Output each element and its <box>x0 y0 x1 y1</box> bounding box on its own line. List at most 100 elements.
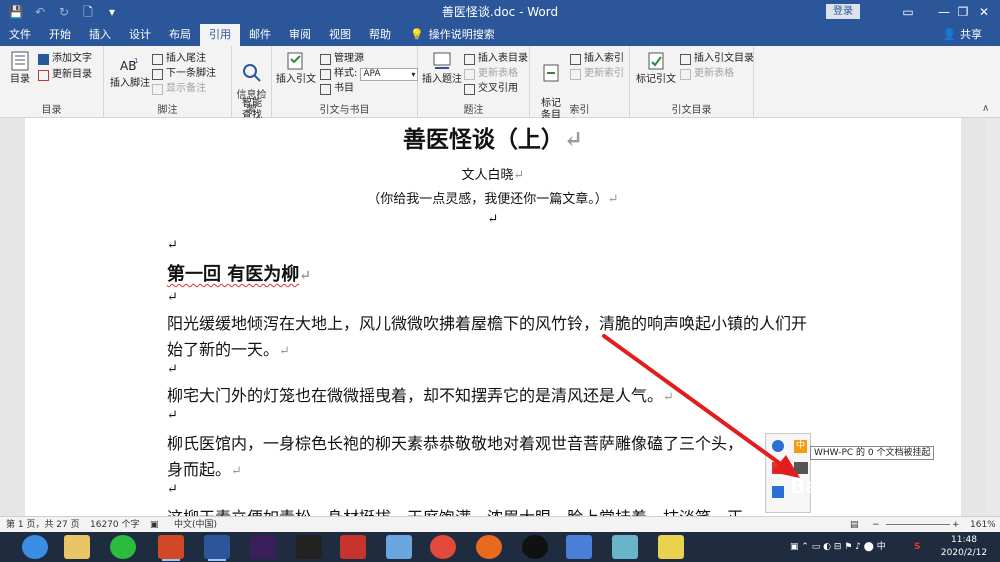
insert-caption-button[interactable]: 插入题注 <box>422 50 462 86</box>
next-footnote-button[interactable]: 下一条脚注 <box>152 67 216 81</box>
add-text-button[interactable]: 添加文字 <box>38 52 92 66</box>
update-index-button[interactable]: 更新索引 <box>570 67 624 81</box>
insert-toa-button[interactable]: 插入引文目录 <box>680 52 754 66</box>
video-editor-icon[interactable] <box>296 535 322 559</box>
toc-button[interactable]: 目录 <box>6 50 34 86</box>
media-app-icon[interactable] <box>340 535 366 559</box>
notes-app-icon[interactable] <box>612 535 638 559</box>
update-toa-icon <box>680 68 691 80</box>
language-indicator[interactable]: 中文(中国) <box>174 517 217 533</box>
update-table-button[interactable]: 更新表格 <box>464 67 518 81</box>
tab-file[interactable]: 文件 <box>0 24 40 46</box>
zoom-in-button[interactable]: + <box>952 517 960 533</box>
doc-author[interactable]: 文人白晓↵ <box>25 164 961 183</box>
add-text-icon <box>38 53 49 65</box>
style-dropdown[interactable]: APA <box>360 67 419 81</box>
paragraph-line[interactable]: 柳氏医馆内，一身棕色长袍的柳天素恭恭敬敬地对着观世音菩萨雕像磕了三个头， <box>167 430 743 454</box>
insert-index-button[interactable]: 插入索引 <box>570 52 624 66</box>
doc-title[interactable]: 善医怪谈（上）↵ <box>25 120 961 154</box>
feishu-icon[interactable] <box>566 535 592 559</box>
mark-citation-button[interactable]: 标记引文 <box>636 50 676 86</box>
tab-references[interactable]: 引用 <box>200 24 240 46</box>
powerpoint-icon[interactable] <box>158 535 184 561</box>
zoom-level[interactable]: 161% <box>970 517 996 533</box>
premiere-icon[interactable] <box>250 535 276 559</box>
insert-citation-button[interactable]: 插入引文 <box>276 50 316 86</box>
tell-me-search[interactable]: 💡 操作说明搜索 <box>410 24 495 46</box>
citation-style-selector[interactable]: 样式: APA <box>320 67 419 81</box>
insert-table-of-figures-button[interactable]: 插入表目录 <box>464 52 528 66</box>
network-icon[interactable] <box>772 440 784 452</box>
login-button[interactable]: 登录 <box>826 4 860 19</box>
browser-360-icon[interactable] <box>22 535 48 559</box>
browser-icon[interactable] <box>476 535 502 559</box>
show-notes-button[interactable]: 显示备注 <box>152 82 206 96</box>
update-toa-button[interactable]: 更新表格 <box>680 67 734 81</box>
watermark-url: jingyan.baidu.com <box>818 502 929 515</box>
insert-footnote-button[interactable]: AB 1 插入脚注 <box>110 54 150 90</box>
paragraph-line[interactable]: 身而起。↵ <box>167 456 242 480</box>
tab-design[interactable]: 设计 <box>120 24 160 46</box>
new-document-icon[interactable]: 🗋 <box>80 4 96 20</box>
table-of-figures-icon <box>464 53 475 65</box>
empty-paragraph[interactable]: ↵ <box>25 212 961 227</box>
cross-reference-icon <box>464 83 475 95</box>
cross-reference-button[interactable]: 交叉引用 <box>464 82 518 96</box>
redo-icon[interactable]: ↻ <box>56 4 72 20</box>
close-button[interactable]: ✕ <box>966 0 1000 24</box>
empty-paragraph[interactable]: ↵ <box>167 362 178 377</box>
tray-icons[interactable]: ▣ ⌃ ▭ ◐ ⊟ ⚑ ♪ ⬤ 中 <box>790 532 886 562</box>
paragraph-line[interactable]: 始了新的一天。↵ <box>167 336 290 360</box>
input-method-icon[interactable]: 中 <box>794 440 807 453</box>
tab-insert[interactable]: 插入 <box>80 24 120 46</box>
word-count[interactable]: 16270 个字 <box>90 517 140 533</box>
tab-home[interactable]: 开始 <box>40 24 80 46</box>
empty-paragraph[interactable]: ↵ <box>167 238 178 253</box>
empty-paragraph[interactable]: ↵ <box>167 482 178 497</box>
sogou-ime-icon[interactable]: S <box>914 532 920 562</box>
group-label-research: 信息检索 <box>236 90 267 116</box>
file-explorer-icon[interactable] <box>64 535 90 559</box>
manage-sources-button[interactable]: 管理源 <box>320 52 364 66</box>
notepad-icon[interactable] <box>658 535 684 559</box>
chapter-heading[interactable]: 第一回 有医为柳↵ <box>167 260 311 286</box>
page-count[interactable]: 第 1 页，共 27 页 <box>6 517 80 533</box>
undo-icon[interactable]: ↶ <box>32 4 48 20</box>
empty-paragraph[interactable]: ↵ <box>167 290 178 305</box>
vertical-scrollbar[interactable] <box>986 118 1000 516</box>
proofing-icon[interactable]: ▣ <box>150 517 159 533</box>
update-toc-button[interactable]: 更新目录 <box>38 68 92 82</box>
update-table-icon <box>464 68 475 80</box>
group-label-footnotes: 脚注 <box>157 105 178 116</box>
insert-index-icon <box>570 53 581 65</box>
bibliography-button[interactable]: 书目 <box>320 82 354 96</box>
wechat-icon[interactable] <box>110 535 136 559</box>
qq-icon[interactable] <box>522 535 548 559</box>
zoom-out-button[interactable]: − <box>872 517 880 533</box>
tab-review[interactable]: 审阅 <box>280 24 320 46</box>
chrome-icon[interactable] <box>430 535 456 559</box>
insert-endnote-button[interactable]: 插入尾注 <box>152 52 206 66</box>
save-icon[interactable]: 💾 <box>8 4 24 20</box>
app-tray-icon[interactable] <box>772 462 784 474</box>
quick-access-toolbar: 💾 ↶ ↻ 🗋 ▾ <box>0 0 120 24</box>
word-icon[interactable] <box>204 535 230 561</box>
system-clock[interactable]: 11:48 2020/2/12 <box>936 534 992 560</box>
collapse-ribbon-icon[interactable]: ∧ <box>982 102 989 116</box>
share-button[interactable]: 👤 共享 <box>943 24 982 46</box>
doc-slogan[interactable]: （你给我一点灵感，我便还你一篇文章。）↵ <box>25 188 961 207</box>
tab-mailings[interactable]: 邮件 <box>240 24 280 46</box>
chat-app-icon[interactable] <box>386 535 412 559</box>
tab-view[interactable]: 视图 <box>320 24 360 46</box>
read-mode-icon[interactable]: ▤ <box>850 517 859 533</box>
ribbon-options-icon[interactable]: ▭ <box>890 0 926 24</box>
zoom-slider[interactable] <box>886 524 950 525</box>
paragraph-line[interactable]: 这柳天素立便如青松，身材挺拔，天庭饱满，浓眉大眼，脸上常挂着一抹淡笑，正 <box>167 504 743 516</box>
paragraph-line[interactable]: 阳光缓缓地倾泻在大地上，风儿微微吹拂着屋檐下的风竹铃，清脆的响声唤起小镇的人们开 <box>167 310 807 334</box>
tab-layout[interactable]: 布局 <box>160 24 200 46</box>
customize-qat-icon[interactable]: ▾ <box>104 4 120 20</box>
tab-help[interactable]: 帮助 <box>360 24 400 46</box>
paragraph-line[interactable]: 柳宅大门外的灯笼也在微微摇曳着，却不知摆弄它的是清风还是人气。↵ <box>167 382 674 406</box>
app-tray-icon[interactable] <box>772 486 784 498</box>
empty-paragraph[interactable]: ↵ <box>167 408 178 423</box>
